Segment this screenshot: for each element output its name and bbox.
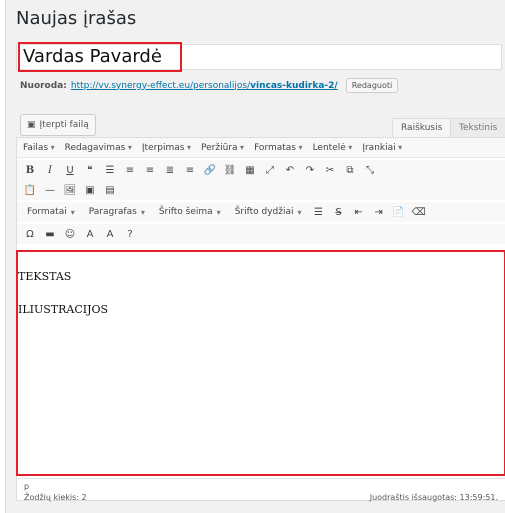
draft-saved-status: Juodraštis išsaugotas: 13:59:51.: [369, 493, 498, 502]
redo-icon[interactable]: ↷: [303, 163, 317, 177]
element-path: p: [24, 482, 30, 491]
font-size-dropdown[interactable]: Šrifto dydžiai: [231, 205, 306, 219]
horizontal-line-icon[interactable]: —: [43, 183, 57, 197]
media-embed-icon[interactable]: ▣: [83, 183, 97, 197]
formatting-toolbar-4: Ω ▬ ☺ A A ?: [17, 224, 505, 244]
tab-visual[interactable]: Raiškusis: [392, 118, 452, 137]
editor-menubar: Failas Redagavimas Įterpimas Peržiūra Fo…: [17, 138, 505, 158]
expand-icon[interactable]: ⤡: [363, 163, 377, 177]
unlink-icon[interactable]: ⛓: [223, 163, 237, 177]
post-editor-panel: Naujas įrašas Vardas Pavardė Nuoroda: ht…: [5, 0, 505, 513]
bullet-list-icon[interactable]: ☰: [103, 163, 117, 177]
justify-icon[interactable]: ☰: [312, 205, 326, 219]
permalink-url[interactable]: http://vv.synergy-effect.eu/personalijos…: [71, 81, 338, 91]
underline-icon[interactable]: U: [63, 163, 77, 177]
insert-media-label: Įterpti failą: [39, 120, 89, 130]
formatting-toolbar-3: Formatai Paragrafas Šrifto šeima Šrifto …: [17, 202, 505, 222]
background-color-icon[interactable]: A: [103, 227, 117, 241]
blockquote-icon[interactable]: ❝: [83, 163, 97, 177]
page-title: Naujas įrašas: [16, 8, 137, 29]
permalink-label: Nuoroda:: [20, 80, 67, 91]
menu-file[interactable]: Failas: [23, 143, 55, 153]
align-left-icon[interactable]: ≡: [143, 163, 157, 177]
permalink-url-prefix[interactable]: http://vv.synergy-effect.eu/personalijos…: [71, 81, 250, 91]
paste-icon[interactable]: 📋: [23, 183, 37, 197]
bold-icon[interactable]: B: [23, 163, 37, 177]
outdent-icon[interactable]: ⇤: [352, 205, 366, 219]
image-icon[interactable]: 🖼: [63, 183, 77, 197]
insert-more-icon[interactable]: ▬: [43, 227, 57, 241]
align-right-icon[interactable]: ≡: [183, 163, 197, 177]
font-family-dropdown[interactable]: Šrifto šeima: [155, 205, 225, 219]
menu-edit[interactable]: Redagavimas: [65, 143, 132, 153]
formatting-toolbar-2: 📋 — 🖼 ▣ ▤: [17, 180, 505, 200]
undo-icon[interactable]: ↶: [283, 163, 297, 177]
italic-icon[interactable]: I: [43, 163, 57, 177]
special-char-icon[interactable]: Ω: [23, 227, 37, 241]
toolbar-toggle-icon[interactable]: ▤: [103, 183, 117, 197]
clear-format-icon[interactable]: ⌫: [411, 205, 425, 219]
fullscreen-icon[interactable]: ⤢: [263, 163, 277, 177]
emoticons-icon[interactable]: ☺: [63, 227, 77, 241]
word-count: Žodžių kiekis: 2: [24, 493, 87, 502]
paragraph-dropdown[interactable]: Paragrafas: [85, 205, 149, 219]
edit-permalink-button[interactable]: Redaguoti: [345, 78, 399, 93]
content-line-1: TEKSTAS: [18, 270, 72, 283]
menu-table[interactable]: Lentelė: [313, 143, 353, 153]
cut-icon[interactable]: ✂: [323, 163, 337, 177]
align-center-icon[interactable]: ≣: [163, 163, 177, 177]
editor-status-bar: p Žodžių kiekis: 2 Juodraštis išsaugotas…: [16, 478, 505, 502]
content-line-2: ILIUSTRACIJOS: [18, 303, 109, 316]
paste-text-icon[interactable]: 📄: [392, 205, 406, 219]
menu-view[interactable]: Peržiūra: [201, 143, 244, 153]
title-highlight-box: [18, 42, 182, 72]
indent-icon[interactable]: ⇥: [372, 205, 386, 219]
tab-text[interactable]: Tekstinis: [450, 118, 505, 137]
numbered-list-icon[interactable]: ≡: [123, 163, 137, 177]
strikethrough-icon[interactable]: S̶: [332, 205, 346, 219]
formatting-toolbar-1: B I U ❝ ☰ ≡ ≡ ≣ ≡ 🔗 ⛓ ▦ ⤢ ↶ ↷ ✂ ⧉ ⤡: [17, 160, 505, 180]
menu-tools[interactable]: Įrankiai: [362, 143, 402, 153]
menu-insert[interactable]: Įterpimas: [142, 143, 191, 153]
help-icon[interactable]: ?: [123, 227, 137, 241]
menu-format[interactable]: Formatas: [254, 143, 302, 153]
permalink-row: Nuoroda: http://vv.synergy-effect.eu/per…: [20, 78, 399, 93]
table-icon[interactable]: ▦: [243, 163, 257, 177]
media-icon: ▣: [27, 120, 36, 130]
link-icon[interactable]: 🔗: [203, 163, 217, 177]
permalink-url-slug[interactable]: vincas-kudirka-2/: [250, 81, 338, 91]
text-color-icon[interactable]: A: [83, 227, 97, 241]
insert-media-button[interactable]: ▣ Įterpti failą: [20, 114, 96, 136]
editor-content[interactable]: TEKSTAS ILIUSTRACIJOS: [18, 270, 108, 316]
formats-dropdown[interactable]: Formatai: [23, 205, 79, 219]
copy-icon[interactable]: ⧉: [343, 163, 357, 177]
